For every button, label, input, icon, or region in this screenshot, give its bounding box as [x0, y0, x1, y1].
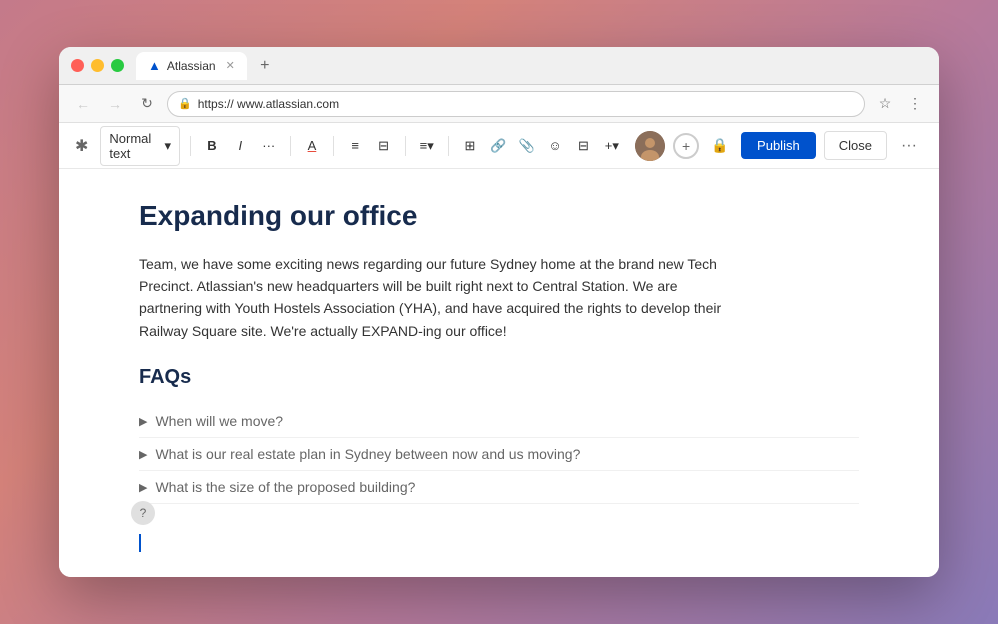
align-button[interactable]: ≡▾ — [416, 132, 438, 160]
attachment-button[interactable]: 📎 — [515, 132, 537, 160]
faq-question-1: When will we move? — [155, 413, 283, 429]
divider-4 — [405, 136, 406, 156]
browser-tab[interactable]: ▲ Atlassian ✕ — [136, 52, 247, 80]
avatar-image — [635, 131, 665, 161]
emoji-button[interactable]: ☺ — [544, 132, 566, 160]
faq-question-3: What is the size of the proposed buildin… — [155, 479, 415, 495]
more-options-button[interactable]: ··· — [895, 132, 923, 160]
style-dropdown[interactable]: Normal text ▾ — [100, 126, 180, 166]
table-button[interactable]: ⊞ — [459, 132, 481, 160]
faq-chevron-3: ▶ — [139, 481, 147, 494]
divider-5 — [448, 136, 449, 156]
publish-button[interactable]: Publish — [741, 132, 816, 159]
toolbar-right: + 🔒 Publish Close ··· — [635, 131, 923, 161]
url-text: https:// www.atlassian.com — [198, 97, 339, 111]
text-cursor — [139, 534, 141, 552]
italic-button[interactable]: I — [229, 132, 251, 160]
close-button[interactable]: Close — [824, 131, 887, 160]
browser-menu-icon[interactable]: ⋮ — [903, 92, 927, 116]
tab-bar: ▲ Atlassian ✕ + — [136, 52, 927, 80]
forward-button[interactable]: → — [103, 92, 127, 116]
document-title: Expanding our office — [139, 199, 859, 233]
confluence-logo: ✱ — [75, 136, 88, 156]
faqs-heading: FAQs — [139, 366, 859, 389]
lock-icon: 🔒 — [178, 97, 192, 110]
faq-chevron-2: ▶ — [139, 448, 147, 461]
maximize-traffic-light[interactable] — [111, 59, 124, 72]
new-tab-button[interactable]: + — [253, 54, 277, 78]
tab-title: Atlassian — [167, 59, 216, 73]
divider-1 — [190, 136, 191, 156]
columns-button[interactable]: ⊟ — [572, 132, 594, 160]
document-body: Team, we have some exciting news regardi… — [139, 253, 739, 343]
browser-window: ▲ Atlassian ✕ + ← → ↻ 🔒 https:// www.atl… — [59, 47, 939, 577]
divider-2 — [290, 136, 291, 156]
bullet-list-button[interactable]: ≡ — [344, 132, 366, 160]
faq-item-3[interactable]: ▶ What is the size of the proposed build… — [139, 471, 859, 504]
editor-toolbar: ✱ Normal text ▾ B I ··· A ≡ ⊟ — [59, 123, 939, 169]
faq-question-2: What is our real estate plan in Sydney b… — [155, 446, 580, 462]
text-color-button[interactable]: A — [301, 132, 323, 160]
faq-list: ▶ When will we move? ▶ What is our real … — [139, 405, 859, 504]
atlassian-tab-logo: ▲ — [148, 58, 161, 73]
tab-close-icon[interactable]: ✕ — [226, 59, 235, 72]
chevron-down-icon: ▾ — [164, 138, 171, 154]
add-collaborator-button[interactable]: + — [673, 133, 699, 159]
help-button[interactable]: ? — [131, 501, 155, 525]
bookmark-icon[interactable]: ☆ — [873, 92, 897, 116]
url-bar[interactable]: 🔒 https:// www.atlassian.com — [167, 91, 865, 117]
numbered-list-button[interactable]: ⊟ — [372, 132, 394, 160]
insert-more-button[interactable]: +▾ — [601, 132, 623, 160]
faq-item-2[interactable]: ▶ What is our real estate plan in Sydney… — [139, 438, 859, 471]
editor-content[interactable]: Expanding our office Team, we have some … — [59, 169, 939, 577]
more-format-button[interactable]: ··· — [258, 132, 280, 160]
faq-chevron-1: ▶ — [139, 415, 147, 428]
avatar[interactable] — [635, 131, 665, 161]
divider-3 — [333, 136, 334, 156]
link-button[interactable]: 🔗 — [487, 132, 509, 160]
lock-button[interactable]: 🔒 — [707, 133, 733, 159]
back-button[interactable]: ← — [71, 92, 95, 116]
traffic-lights — [71, 59, 124, 72]
address-bar: ← → ↻ 🔒 https:// www.atlassian.com ☆ ⋮ — [59, 85, 939, 123]
minimize-traffic-light[interactable] — [91, 59, 104, 72]
title-bar: ▲ Atlassian ✕ + — [59, 47, 939, 85]
bold-button[interactable]: B — [201, 132, 223, 160]
reload-button[interactable]: ↻ — [135, 92, 159, 116]
faq-item-1[interactable]: ▶ When will we move? — [139, 405, 859, 438]
address-actions: ☆ ⋮ — [873, 92, 927, 116]
close-traffic-light[interactable] — [71, 59, 84, 72]
style-label: Normal text — [109, 131, 160, 161]
